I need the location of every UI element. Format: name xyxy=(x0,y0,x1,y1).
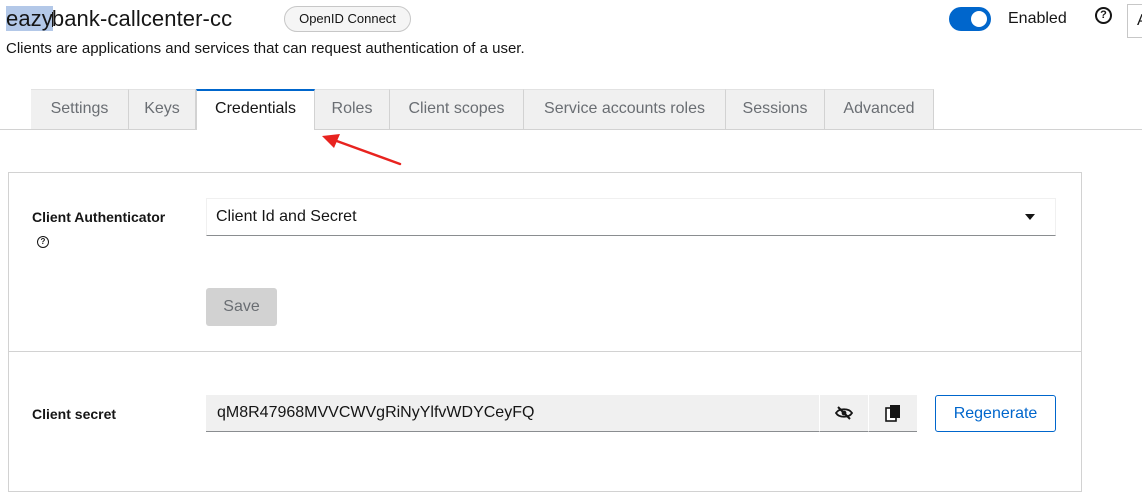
tab-settings[interactable]: Settings xyxy=(31,89,129,129)
copy-icon xyxy=(885,405,900,422)
help-icon[interactable]: ? xyxy=(1095,7,1112,24)
client-title: eazybank-callcenter-cc xyxy=(6,4,232,34)
copy-button[interactable] xyxy=(868,395,917,432)
page-subtitle: Clients are applications and services th… xyxy=(6,40,525,57)
tab-sessions[interactable]: Sessions xyxy=(726,89,825,129)
toggle-visibility-button[interactable] xyxy=(819,395,868,432)
tab-advanced[interactable]: Advanced xyxy=(825,89,934,129)
title-selected-text: eazy xyxy=(6,6,53,31)
tab-credentials[interactable]: Credentials xyxy=(196,89,315,130)
tabs-divider xyxy=(0,129,1142,130)
section-divider xyxy=(8,351,1082,352)
annotation-arrow xyxy=(322,134,402,166)
client-secret-label: Client secret xyxy=(32,406,117,422)
client-authenticator-select[interactable]: Client Id and Secret xyxy=(206,198,1056,236)
eye-slash-icon xyxy=(835,406,853,420)
client-authenticator-label: Client Authenticator xyxy=(32,209,166,225)
toggle-knob xyxy=(971,11,987,27)
tab-client-scopes[interactable]: Client scopes xyxy=(390,89,524,129)
caret-down-icon xyxy=(1025,214,1035,220)
help-icon[interactable]: ? xyxy=(37,236,49,248)
protocol-badge: OpenID Connect xyxy=(284,6,411,32)
regenerate-button[interactable]: Regenerate xyxy=(935,395,1056,432)
title-text: bank-callcenter-cc xyxy=(51,6,233,31)
enabled-toggle[interactable] xyxy=(949,7,991,31)
tab-roles[interactable]: Roles xyxy=(315,89,390,129)
tab-keys[interactable]: Keys xyxy=(129,89,196,129)
client-secret-input[interactable]: qM8R47968MVVCWVgRiNyYlfvWDYCeyFQ xyxy=(206,395,819,432)
select-value: Client Id and Secret xyxy=(216,208,357,225)
tab-service-accounts-roles[interactable]: Service accounts roles xyxy=(524,89,726,129)
enabled-label: Enabled xyxy=(1008,10,1067,27)
save-button[interactable]: Save xyxy=(206,288,277,326)
action-dropdown[interactable]: A xyxy=(1127,4,1142,38)
